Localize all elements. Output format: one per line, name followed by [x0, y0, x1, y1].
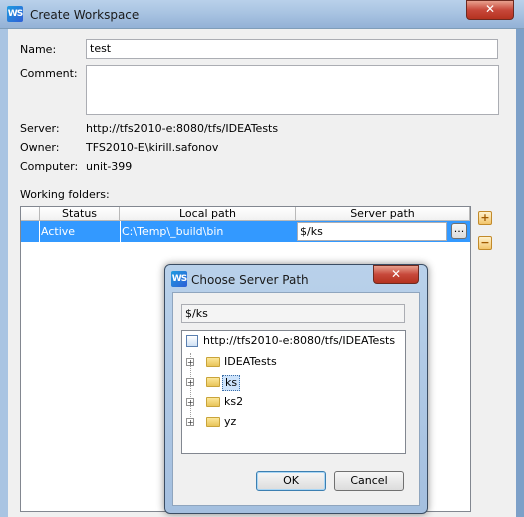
window-frame-right — [516, 29, 524, 517]
add-folder-button[interactable]: + — [478, 211, 492, 225]
dialog-close-button[interactable]: ✕ — [373, 265, 419, 284]
tree-item-label: ks2 — [224, 395, 244, 408]
working-folders-label: Working folders: — [20, 188, 110, 201]
cancel-button[interactable]: Cancel — [334, 471, 404, 491]
owner-label: Owner: — [20, 141, 60, 154]
column-header-server-path[interactable]: Server path — [296, 207, 470, 221]
tree-item-ks[interactable]: + ks — [186, 372, 396, 392]
window-frame-left — [0, 29, 8, 517]
comment-textarea[interactable] — [86, 65, 499, 115]
expand-icon[interactable]: + — [186, 358, 194, 367]
tree-item-ideatests[interactable]: + IDEATests — [186, 352, 396, 372]
computer-value: unit-399 — [86, 160, 133, 173]
server-value: http://tfs2010-e:8080/tfs/IDEATests — [86, 122, 279, 135]
folder-icon — [206, 417, 220, 427]
comment-label: Comment: — [20, 67, 78, 80]
computer-label: Computer: — [20, 160, 79, 173]
browse-button[interactable]: ... — [451, 223, 467, 239]
dialog-title: Choose Server Path — [191, 273, 309, 287]
server-tree[interactable]: http://tfs2010-e:8080/tfs/IDEATests + ID… — [181, 330, 406, 454]
server-label: Server: — [20, 122, 60, 135]
folder-icon — [206, 397, 220, 407]
column-header-local-path[interactable]: Local path — [120, 207, 296, 221]
tree-item-label: yz — [224, 415, 237, 428]
window-title: Create Workspace — [30, 8, 140, 22]
tree-item-label-selected: ks — [222, 375, 241, 391]
server-path-input[interactable]: $/ks — [297, 222, 447, 241]
tree-item-label: IDEATests — [224, 355, 277, 368]
table-row[interactable]: Active C:\Temp\_build\bin $/ks ... — [21, 221, 470, 242]
name-input[interactable]: test — [86, 39, 498, 59]
ok-button[interactable]: OK — [256, 471, 326, 491]
name-label: Name: — [20, 43, 57, 56]
table-header-blank — [21, 207, 40, 221]
remove-folder-button[interactable]: − — [478, 236, 492, 250]
dialog-logo-icon: WS — [171, 271, 187, 287]
expand-icon[interactable]: + — [186, 418, 194, 427]
tree-root-label[interactable]: http://tfs2010-e:8080/tfs/IDEATests — [203, 334, 395, 347]
row-local-path[interactable]: C:\Temp\_build\bin — [122, 225, 223, 238]
tree-item-yz[interactable]: + yz — [186, 412, 396, 432]
app-logo-icon: WS — [7, 6, 23, 22]
row-indicator — [21, 221, 40, 242]
cell-divider — [120, 221, 121, 242]
dialog-path-input[interactable]: $/ks — [181, 304, 405, 323]
expand-icon[interactable]: + — [186, 398, 194, 407]
close-button[interactable]: ✕ — [466, 0, 514, 20]
expand-icon[interactable]: + — [186, 378, 194, 387]
row-status[interactable]: Active — [41, 225, 75, 238]
folder-icon — [206, 357, 220, 367]
window-titlebar[interactable]: WS Create Workspace ✕ — [0, 0, 524, 29]
owner-value: TFS2010-E\kirill.safonov — [86, 141, 219, 154]
folder-icon — [206, 377, 220, 387]
server-icon — [186, 335, 198, 347]
tree-item-ks2[interactable]: + ks2 — [186, 392, 396, 412]
column-header-status[interactable]: Status — [40, 207, 120, 221]
